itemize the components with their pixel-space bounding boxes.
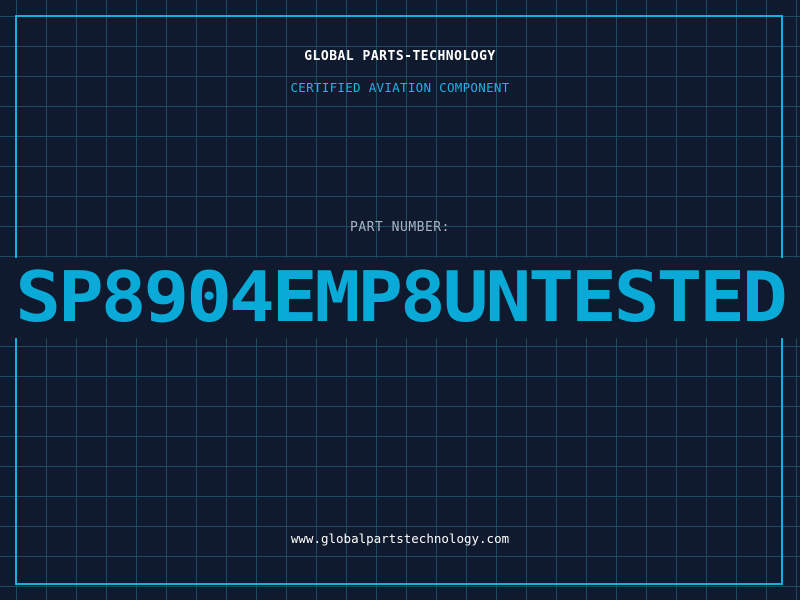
certificate-page: GLOBAL PARTS-TECHNOLOGY CERTIFIED AVIATI… bbox=[0, 0, 800, 600]
website-url: www.globalpartstechnology.com bbox=[290, 531, 510, 546]
certification-subtitle: CERTIFIED AVIATION COMPONENT bbox=[290, 80, 510, 95]
company-name: GLOBAL PARTS-TECHNOLOGY bbox=[304, 49, 496, 64]
part-number-value: SP8904EMP8UNTESTED bbox=[15, 255, 788, 338]
part-number-label: PART NUMBER: bbox=[350, 220, 450, 235]
